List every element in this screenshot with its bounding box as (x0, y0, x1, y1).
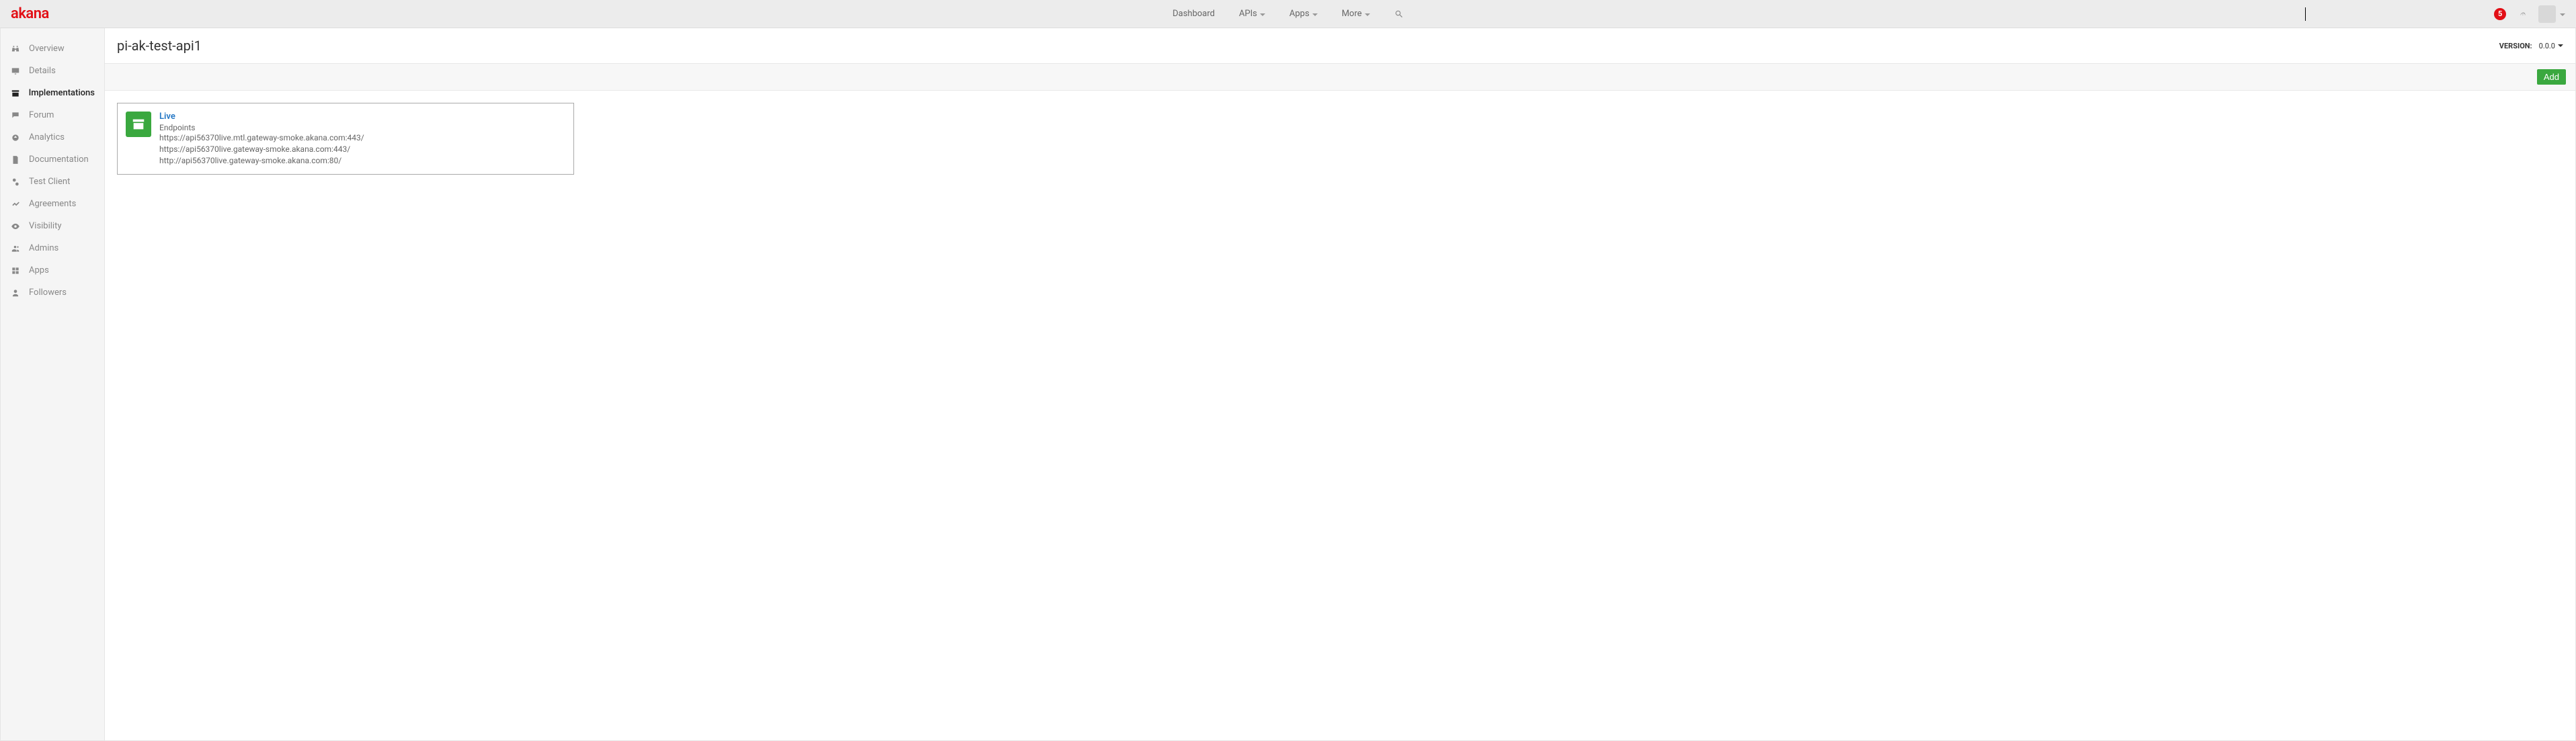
sidebar-item-visibility[interactable]: Visibility (1, 215, 104, 237)
document-icon (10, 155, 21, 165)
implementation-endpoint: https://api56370live.mtl.gateway-smoke.a… (159, 132, 565, 144)
implementation-subtitle: Endpoints (159, 123, 565, 132)
nav-more-label: More (1342, 9, 1362, 19)
gauge-icon (10, 133, 21, 142)
nav-apps[interactable]: Apps (1289, 9, 1318, 19)
chevron-down-icon (2560, 13, 2565, 16)
sidebar-item-admins[interactable]: Admins (1, 237, 104, 259)
binoculars-icon (10, 44, 21, 54)
page-title: pi-ak-test-api1 (117, 38, 202, 54)
sidebar-item-followers[interactable]: Followers (1, 281, 104, 304)
caret-down-icon (2558, 44, 2563, 47)
archive-icon (126, 112, 151, 137)
chevron-down-icon (1260, 13, 1265, 16)
nav-more[interactable]: More (1342, 9, 1370, 19)
sidebar-item-label: Admins (29, 243, 58, 253)
search-icon (1394, 9, 1404, 19)
user-icon (10, 288, 21, 298)
gears-icon (10, 177, 21, 187)
main-wrap: Overview Details Implementations Forum A… (0, 28, 2576, 741)
notification-count: 5 (2498, 9, 2502, 18)
nav-dashboard[interactable]: Dashboard (1172, 9, 1215, 19)
avatar (2538, 5, 2556, 23)
chevron-down-icon (1365, 13, 1370, 16)
brand-text: akana (11, 5, 49, 22)
grid-icon (10, 266, 21, 275)
topbar: akana Dashboard APIs Apps More 5 𝄐 (0, 0, 2576, 28)
sidebar-item-label: Details (29, 66, 56, 76)
sidebar: Overview Details Implementations Forum A… (1, 28, 105, 740)
wrench-icon (10, 200, 21, 209)
chat-icon (10, 111, 21, 120)
implementation-body: Live Endpoints https://api56370live.mtl.… (159, 112, 565, 166)
content-area: pi-ak-test-api1 VERSION: 0.0.0 Add Live … (105, 28, 2575, 740)
sidebar-item-label: Visibility (29, 221, 62, 231)
sidebar-item-label: Followers (29, 288, 67, 298)
text-cursor (2305, 7, 2306, 21)
nav-apps-label: Apps (1289, 9, 1310, 19)
sidebar-item-overview[interactable]: Overview (1, 38, 104, 60)
sidebar-item-analytics[interactable]: Analytics (1, 126, 104, 148)
chevron-down-icon (1312, 13, 1318, 16)
sidebar-item-label: Documentation (29, 155, 89, 165)
box-icon (10, 89, 21, 98)
nav-dashboard-label: Dashboard (1172, 9, 1215, 19)
implementation-endpoint: https://api56370live.gateway-smoke.akana… (159, 144, 565, 155)
search-button[interactable] (1394, 9, 1404, 19)
users-icon (10, 244, 21, 253)
implementation-endpoint: http://api56370live.gateway-smoke.akana.… (159, 155, 565, 167)
implementation-card[interactable]: Live Endpoints https://api56370live.mtl.… (117, 103, 574, 175)
sidebar-item-label: Agreements (29, 199, 76, 209)
topbar-right: 5 𝄐 (2305, 5, 2565, 23)
version-selector[interactable]: VERSION: 0.0.0 (2499, 42, 2563, 50)
sidebar-item-label: Forum (29, 110, 54, 120)
version-label: VERSION: (2499, 42, 2532, 50)
sidebar-item-forum[interactable]: Forum (1, 104, 104, 126)
action-bar: Add (105, 64, 2575, 91)
top-nav: Dashboard APIs Apps More (1172, 9, 1404, 19)
sidebar-item-label: Implementations (29, 88, 95, 98)
eye-icon (10, 222, 21, 231)
sidebar-item-label: Apps (29, 265, 49, 275)
content-body: Live Endpoints https://api56370live.mtl.… (105, 91, 2575, 187)
sidebar-item-label: Analytics (29, 132, 65, 142)
sidebar-item-agreements[interactable]: Agreements (1, 193, 104, 215)
sidebar-item-label: Overview (29, 44, 65, 54)
add-button[interactable]: Add (2537, 69, 2566, 85)
implementation-title[interactable]: Live (159, 112, 565, 122)
sidebar-item-test-client[interactable]: Test Client (1, 171, 104, 193)
bell-icon[interactable]: 𝄐 (2520, 9, 2525, 19)
nav-apis[interactable]: APIs (1239, 9, 1265, 19)
sidebar-item-implementations[interactable]: Implementations (1, 82, 104, 104)
user-menu[interactable] (2538, 5, 2565, 23)
notification-badge[interactable]: 5 (2494, 8, 2506, 20)
nav-apis-label: APIs (1239, 9, 1257, 19)
brand-logo[interactable]: akana (11, 5, 49, 22)
monitor-icon (10, 67, 21, 76)
version-value: 0.0.0 (2539, 42, 2563, 50)
sidebar-item-label: Test Client (29, 177, 70, 187)
sidebar-item-details[interactable]: Details (1, 60, 104, 82)
sidebar-item-apps[interactable]: Apps (1, 259, 104, 281)
version-number: 0.0.0 (2539, 42, 2555, 50)
page-header: pi-ak-test-api1 VERSION: 0.0.0 (105, 28, 2575, 64)
sidebar-item-documentation[interactable]: Documentation (1, 148, 104, 171)
